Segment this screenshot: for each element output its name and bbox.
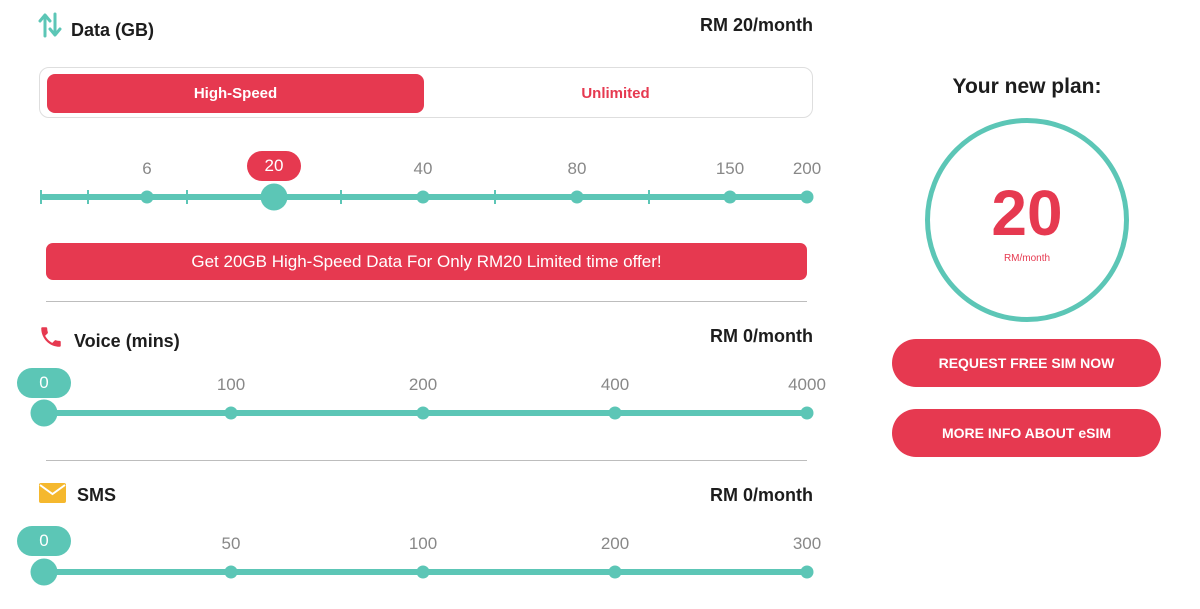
sms-tick-label: 200 (600, 534, 630, 553)
slider-stop[interactable] (224, 565, 238, 579)
data-tick-label: 6 (142, 159, 152, 178)
slider-notch (494, 190, 496, 204)
data-price: RM 20/month (699, 15, 813, 35)
voice-tick-label: 4000 (788, 375, 826, 394)
unlimited-tab[interactable]: Unlimited (424, 74, 807, 113)
slider-stop[interactable] (723, 190, 737, 204)
data-tick-label: 80 (567, 159, 587, 178)
data-tick-label: 150 (715, 159, 745, 178)
slider-stop[interactable] (800, 565, 814, 579)
slider-stop[interactable] (570, 190, 584, 204)
slider-stop[interactable] (608, 565, 622, 579)
sms-tick-label: 100 (408, 534, 438, 553)
data-value-bubble: 20 (247, 151, 301, 181)
data-section-title: Data (GB) (71, 20, 155, 40)
envelope-icon (39, 483, 66, 503)
sms-slider-handle[interactable] (30, 558, 58, 586)
plan-summary-title: Your new plan: (952, 75, 1102, 98)
section-divider (46, 301, 807, 302)
slider-stop[interactable] (140, 190, 154, 204)
esim-info-button[interactable]: MORE INFO ABOUT eSIM (892, 409, 1161, 457)
section-divider (46, 460, 807, 461)
slider-stop[interactable] (416, 190, 430, 204)
sms-section-title: SMS (77, 485, 117, 505)
slider-stop[interactable] (224, 406, 238, 420)
voice-tick-label: 200 (408, 375, 438, 394)
slider-notch (40, 190, 42, 204)
voice-price: RM 0/month (710, 326, 813, 346)
slider-stop[interactable] (800, 190, 814, 204)
slider-notch (186, 190, 188, 204)
sms-price: RM 0/month (710, 485, 813, 505)
phone-icon (41, 327, 61, 347)
voice-tick-label: 400 (600, 375, 630, 394)
plan-price-value: 20 (991, 177, 1063, 249)
data-speed-toggle: High-Speed Unlimited (39, 67, 813, 118)
data-transfer-icon (38, 12, 62, 38)
sms-tick-label: 300 (792, 534, 822, 553)
slider-stop[interactable] (800, 406, 814, 420)
sms-tick-label: 50 (221, 534, 241, 553)
voice-section-title: Voice (mins) (74, 331, 180, 351)
voice-tick-label: 100 (216, 375, 246, 394)
slider-notch (648, 190, 650, 204)
slider-notch (340, 190, 342, 204)
high-speed-tab[interactable]: High-Speed (47, 74, 424, 113)
sms-value-bubble: 0 (17, 526, 71, 556)
slider-stop[interactable] (416, 565, 430, 579)
slider-stop[interactable] (608, 406, 622, 420)
slider-notch (87, 190, 89, 204)
plan-price-unit: RM/month (1003, 253, 1051, 264)
slider-stop[interactable] (416, 406, 430, 420)
data-tick-label: 200 (792, 159, 822, 178)
voice-value-bubble: 0 (17, 368, 71, 398)
request-free-sim-button[interactable]: REQUEST FREE SIM NOW (892, 339, 1161, 387)
offer-banner: Get 20GB High-Speed Data For Only RM20 L… (46, 243, 807, 280)
data-slider-handle[interactable] (260, 183, 288, 211)
voice-slider-handle[interactable] (30, 399, 58, 427)
data-tick-label: 40 (413, 159, 433, 178)
